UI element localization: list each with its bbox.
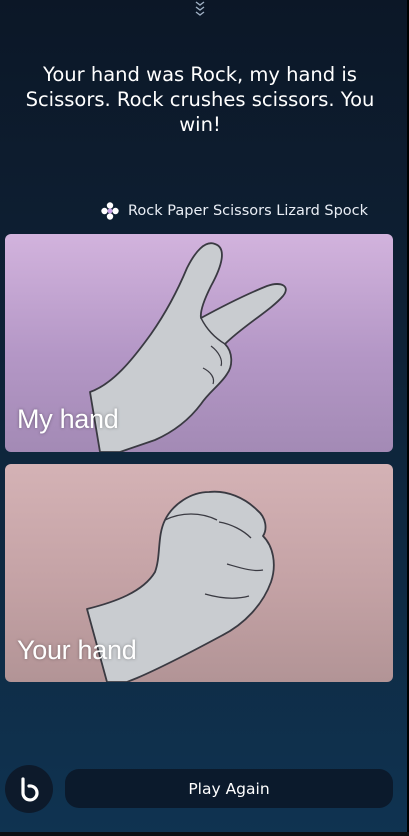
play-again-button[interactable]: Play Again [65,769,393,808]
dots-cluster-icon [101,202,119,220]
app-name: Rock Paper Scissors Lizard Spock [128,203,369,219]
app-attribution: Rock Paper Scissors Lizard Spock [100,201,368,221]
bixby-icon [21,777,39,802]
your-hand-label: Your hand [17,635,137,665]
my-hand-label: My hand [17,404,119,434]
result-message: Your hand was Rock, my hand is Scissors.… [25,63,375,136]
your-hand-card: Your hand [5,464,393,682]
assistant-button[interactable] [5,765,53,813]
my-hand-card: My hand [5,234,393,452]
expand-chevrons-icon[interactable] [193,0,207,18]
screen-edge-bottom [0,832,409,836]
